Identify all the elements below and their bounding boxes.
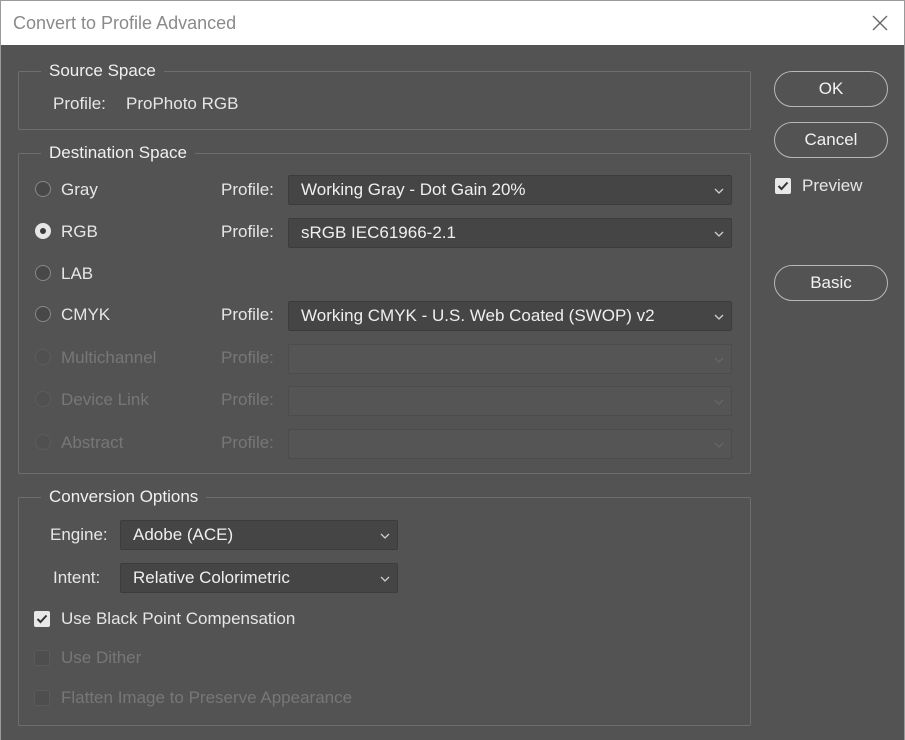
engine-value: Adobe (ACE) <box>133 525 234 544</box>
chevron-down-icon <box>714 357 724 363</box>
multichannel-profile-label: Profile: <box>221 348 274 367</box>
radio-gray-label[interactable]: Gray <box>61 180 98 200</box>
flatten-checkbox <box>34 690 50 706</box>
radio-rgb[interactable] <box>35 223 51 239</box>
dialog-body: Source Space Profile: ProPhoto RGB Desti… <box>0 45 905 740</box>
cmyk-profile-value: Working CMYK - U.S. Web Coated (SWOP) v2 <box>301 306 655 325</box>
gray-profile-label: Profile: <box>221 180 274 199</box>
conversion-options-legend: Conversion Options <box>49 487 199 506</box>
rgb-profile-select[interactable]: sRGB IEC61966-2.1 <box>288 218 732 248</box>
abstract-profile-select <box>288 429 732 459</box>
rgb-profile-label: Profile: <box>221 222 274 241</box>
radio-gray[interactable] <box>35 181 51 197</box>
basic-button[interactable]: Basic <box>774 265 888 301</box>
chevron-down-icon <box>714 188 724 194</box>
cmyk-profile-select[interactable]: Working CMYK - U.S. Web Coated (SWOP) v2 <box>288 301 732 331</box>
radio-multichannel-label: Multichannel <box>61 348 157 367</box>
chevron-down-icon <box>714 442 724 448</box>
title-bar: Convert to Profile Advanced <box>0 0 905 45</box>
close-icon[interactable] <box>867 10 893 36</box>
preview-checkbox[interactable] <box>775 178 791 194</box>
dither-checkbox <box>34 650 50 666</box>
chevron-down-icon <box>380 533 390 539</box>
preview-label[interactable]: Preview <box>802 176 862 196</box>
chevron-down-icon <box>714 399 724 405</box>
black-point-checkbox[interactable] <box>34 611 50 627</box>
intent-select[interactable]: Relative Colorimetric <box>120 563 398 593</box>
chevron-down-icon <box>380 576 390 582</box>
cmyk-profile-label: Profile: <box>221 305 274 324</box>
radio-lab-label[interactable]: LAB <box>61 264 93 284</box>
radio-multichannel <box>35 349 51 365</box>
multichannel-profile-select <box>288 344 732 374</box>
window-title: Convert to Profile Advanced <box>13 13 237 33</box>
radio-abstract <box>35 434 51 450</box>
cancel-button[interactable]: Cancel <box>774 122 888 158</box>
chevron-down-icon <box>714 231 724 237</box>
checkmark-icon <box>777 181 789 191</box>
radio-lab[interactable] <box>35 265 51 281</box>
engine-label: Engine: <box>50 525 108 544</box>
gray-profile-select[interactable]: Working Gray - Dot Gain 20% <box>288 175 732 205</box>
radio-rgb-label[interactable]: RGB <box>61 222 98 242</box>
radio-cmyk[interactable] <box>35 306 51 322</box>
radio-cmyk-label[interactable]: CMYK <box>61 305 110 325</box>
radio-abstract-label: Abstract <box>61 433 124 452</box>
flatten-label: Flatten Image to Preserve Appearance <box>61 688 353 707</box>
destination-space-legend: Destination Space <box>49 143 187 162</box>
black-point-label[interactable]: Use Black Point Compensation <box>61 609 295 629</box>
chevron-down-icon <box>714 314 724 320</box>
radio-device-link <box>35 391 51 407</box>
intent-value: Relative Colorimetric <box>133 568 290 587</box>
device-link-profile-select <box>288 386 732 416</box>
abstract-profile-label: Profile: <box>221 433 274 452</box>
engine-select[interactable]: Adobe (ACE) <box>120 520 398 550</box>
dither-label: Use Dither <box>61 648 142 667</box>
checkmark-icon <box>36 614 48 624</box>
source-profile-label: Profile: <box>53 94 106 113</box>
source-space-legend: Source Space <box>49 61 156 80</box>
intent-label: Intent: <box>53 568 101 587</box>
rgb-profile-value: sRGB IEC61966-2.1 <box>301 223 456 242</box>
ok-button[interactable]: OK <box>774 71 888 107</box>
gray-profile-value: Working Gray - Dot Gain 20% <box>301 180 526 199</box>
radio-device-link-label: Device Link <box>61 390 149 409</box>
device-link-profile-label: Profile: <box>221 390 274 409</box>
source-profile-value: ProPhoto RGB <box>126 94 239 113</box>
